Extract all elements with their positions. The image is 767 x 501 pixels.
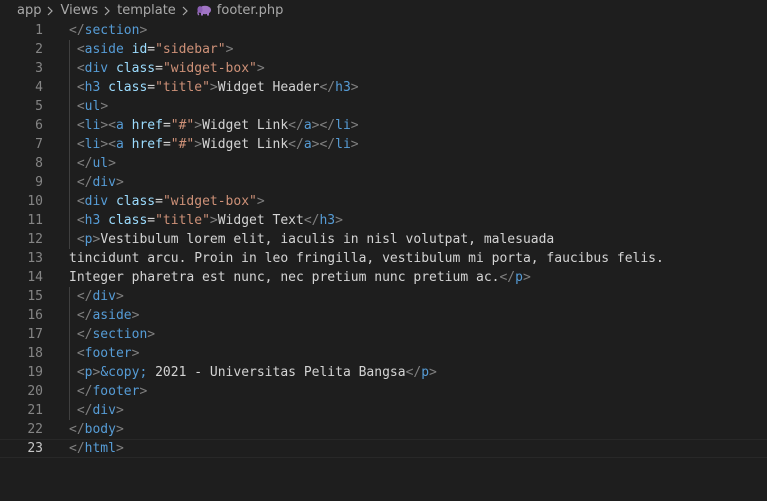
- code-text: </div>: [76, 289, 124, 304]
- code-text: </html>: [69, 441, 124, 456]
- line-number: 20: [27, 384, 43, 399]
- code-line[interactable]: 23 </html>: [0, 439, 767, 458]
- code-line[interactable]: 9 </div>: [0, 173, 767, 192]
- code-line[interactable]: 20 </footer>: [0, 382, 767, 401]
- chevron-right-icon: [182, 6, 188, 15]
- code-line[interactable]: 22 </body>: [0, 420, 767, 439]
- breadcrumb-item-file[interactable]: footer.php: [217, 3, 284, 18]
- code-text: <p>&copy; 2021 - Universitas Pelita Bang…: [76, 365, 437, 380]
- code-text: <footer>: [76, 346, 140, 361]
- line-number: 7: [35, 137, 43, 152]
- line-number: 3: [35, 61, 43, 76]
- line-number: 6: [35, 118, 43, 133]
- code-line[interactable]: 12 <p>Vestibulum lorem elit, iaculis in …: [0, 230, 767, 249]
- code-editor[interactable]: 1 </section> 2 <aside id="sidebar"> 3 <div …: [0, 21, 767, 501]
- line-number: 2: [35, 42, 43, 57]
- code-line[interactable]: 5 <ul>: [0, 97, 767, 116]
- breadcrumb: app Views template footer.php: [0, 0, 767, 21]
- chevron-right-icon: [48, 6, 54, 15]
- code-line[interactable]: 4 <h3 class="title">Widget Header</h3>: [0, 78, 767, 97]
- code-line[interactable]: 8 </ul>: [0, 154, 767, 173]
- code-text: <aside id="sidebar">: [76, 42, 234, 57]
- code-text: <ul>: [76, 99, 109, 114]
- code-text: <h3 class="title">Widget Header</h3>: [76, 80, 359, 95]
- code-line[interactable]: 1 </section>: [0, 21, 767, 40]
- code-line[interactable]: 7 <li><a href="#">Widget Link</a></li>: [0, 135, 767, 154]
- line-number: 16: [27, 308, 43, 323]
- code-text: </footer>: [76, 384, 148, 399]
- line-number: 21: [27, 403, 43, 418]
- line-number: 15: [27, 289, 43, 304]
- code-text: </body>: [69, 422, 124, 437]
- code-line[interactable]: 11 <h3 class="title">Widget Text</h3>: [0, 211, 767, 230]
- code-text: <li><a href="#">Widget Link</a></li>: [76, 118, 359, 133]
- breadcrumb-item-app[interactable]: app: [17, 3, 41, 18]
- code-text: </ul>: [76, 156, 116, 171]
- line-number: 1: [35, 23, 43, 38]
- line-number: 17: [27, 327, 43, 342]
- code-text: <div class="widget-box">: [76, 61, 265, 76]
- code-text: Integer pharetra est nunc, nec pretium n…: [69, 270, 531, 285]
- code-line[interactable]: 2 <aside id="sidebar">: [0, 40, 767, 59]
- code-line[interactable]: 21 </div>: [0, 401, 767, 420]
- line-number: 5: [35, 99, 43, 114]
- code-text: <li><a href="#">Widget Link</a></li>: [76, 137, 359, 152]
- line-number: 19: [27, 365, 43, 380]
- php-elephant-icon: [197, 5, 211, 16]
- breadcrumb-item-template[interactable]: template: [117, 3, 176, 18]
- line-number: 22: [27, 422, 43, 437]
- line-number: 23: [27, 441, 43, 456]
- code-text: tincidunt arcu. Proin in leo fringilla, …: [69, 251, 664, 266]
- code-text: </section>: [69, 23, 148, 38]
- code-line[interactable]: 13 tincidunt arcu. Proin in leo fringilla…: [0, 249, 767, 268]
- code-text: </div>: [76, 403, 124, 418]
- line-number: 18: [27, 346, 43, 361]
- line-number: 10: [27, 194, 43, 209]
- code-text: <h3 class="title">Widget Text</h3>: [76, 213, 343, 228]
- line-number: 14: [27, 270, 43, 285]
- line-number: 12: [27, 232, 43, 247]
- code-text: </aside>: [76, 308, 140, 323]
- line-number: 8: [35, 156, 43, 171]
- code-line[interactable]: 19 <p>&copy; 2021 - Universitas Pelita B…: [0, 363, 767, 382]
- line-number: 4: [35, 80, 43, 95]
- breadcrumb-item-views[interactable]: Views: [60, 3, 98, 18]
- line-number: 13: [27, 251, 43, 266]
- chevron-right-icon: [104, 6, 110, 15]
- code-line[interactable]: 6 <li><a href="#">Widget Link</a></li>: [0, 116, 767, 135]
- code-line[interactable]: 10 <div class="widget-box">: [0, 192, 767, 211]
- line-number: 11: [27, 213, 43, 228]
- code-line[interactable]: 16 </aside>: [0, 306, 767, 325]
- line-number: 9: [35, 175, 43, 190]
- code-line[interactable]: 3 <div class="widget-box">: [0, 59, 767, 78]
- code-line[interactable]: 17 </section>: [0, 325, 767, 344]
- code-text: <p>Vestibulum lorem elit, iaculis in nis…: [76, 232, 555, 247]
- code-line[interactable]: 18 <footer>: [0, 344, 767, 363]
- code-text: </div>: [76, 175, 124, 190]
- code-text: <div class="widget-box">: [76, 194, 265, 209]
- code-line[interactable]: 15 </div>: [0, 287, 767, 306]
- code-text: </section>: [76, 327, 156, 342]
- code-line[interactable]: 14 Integer pharetra est nunc, nec pretium…: [0, 268, 767, 287]
